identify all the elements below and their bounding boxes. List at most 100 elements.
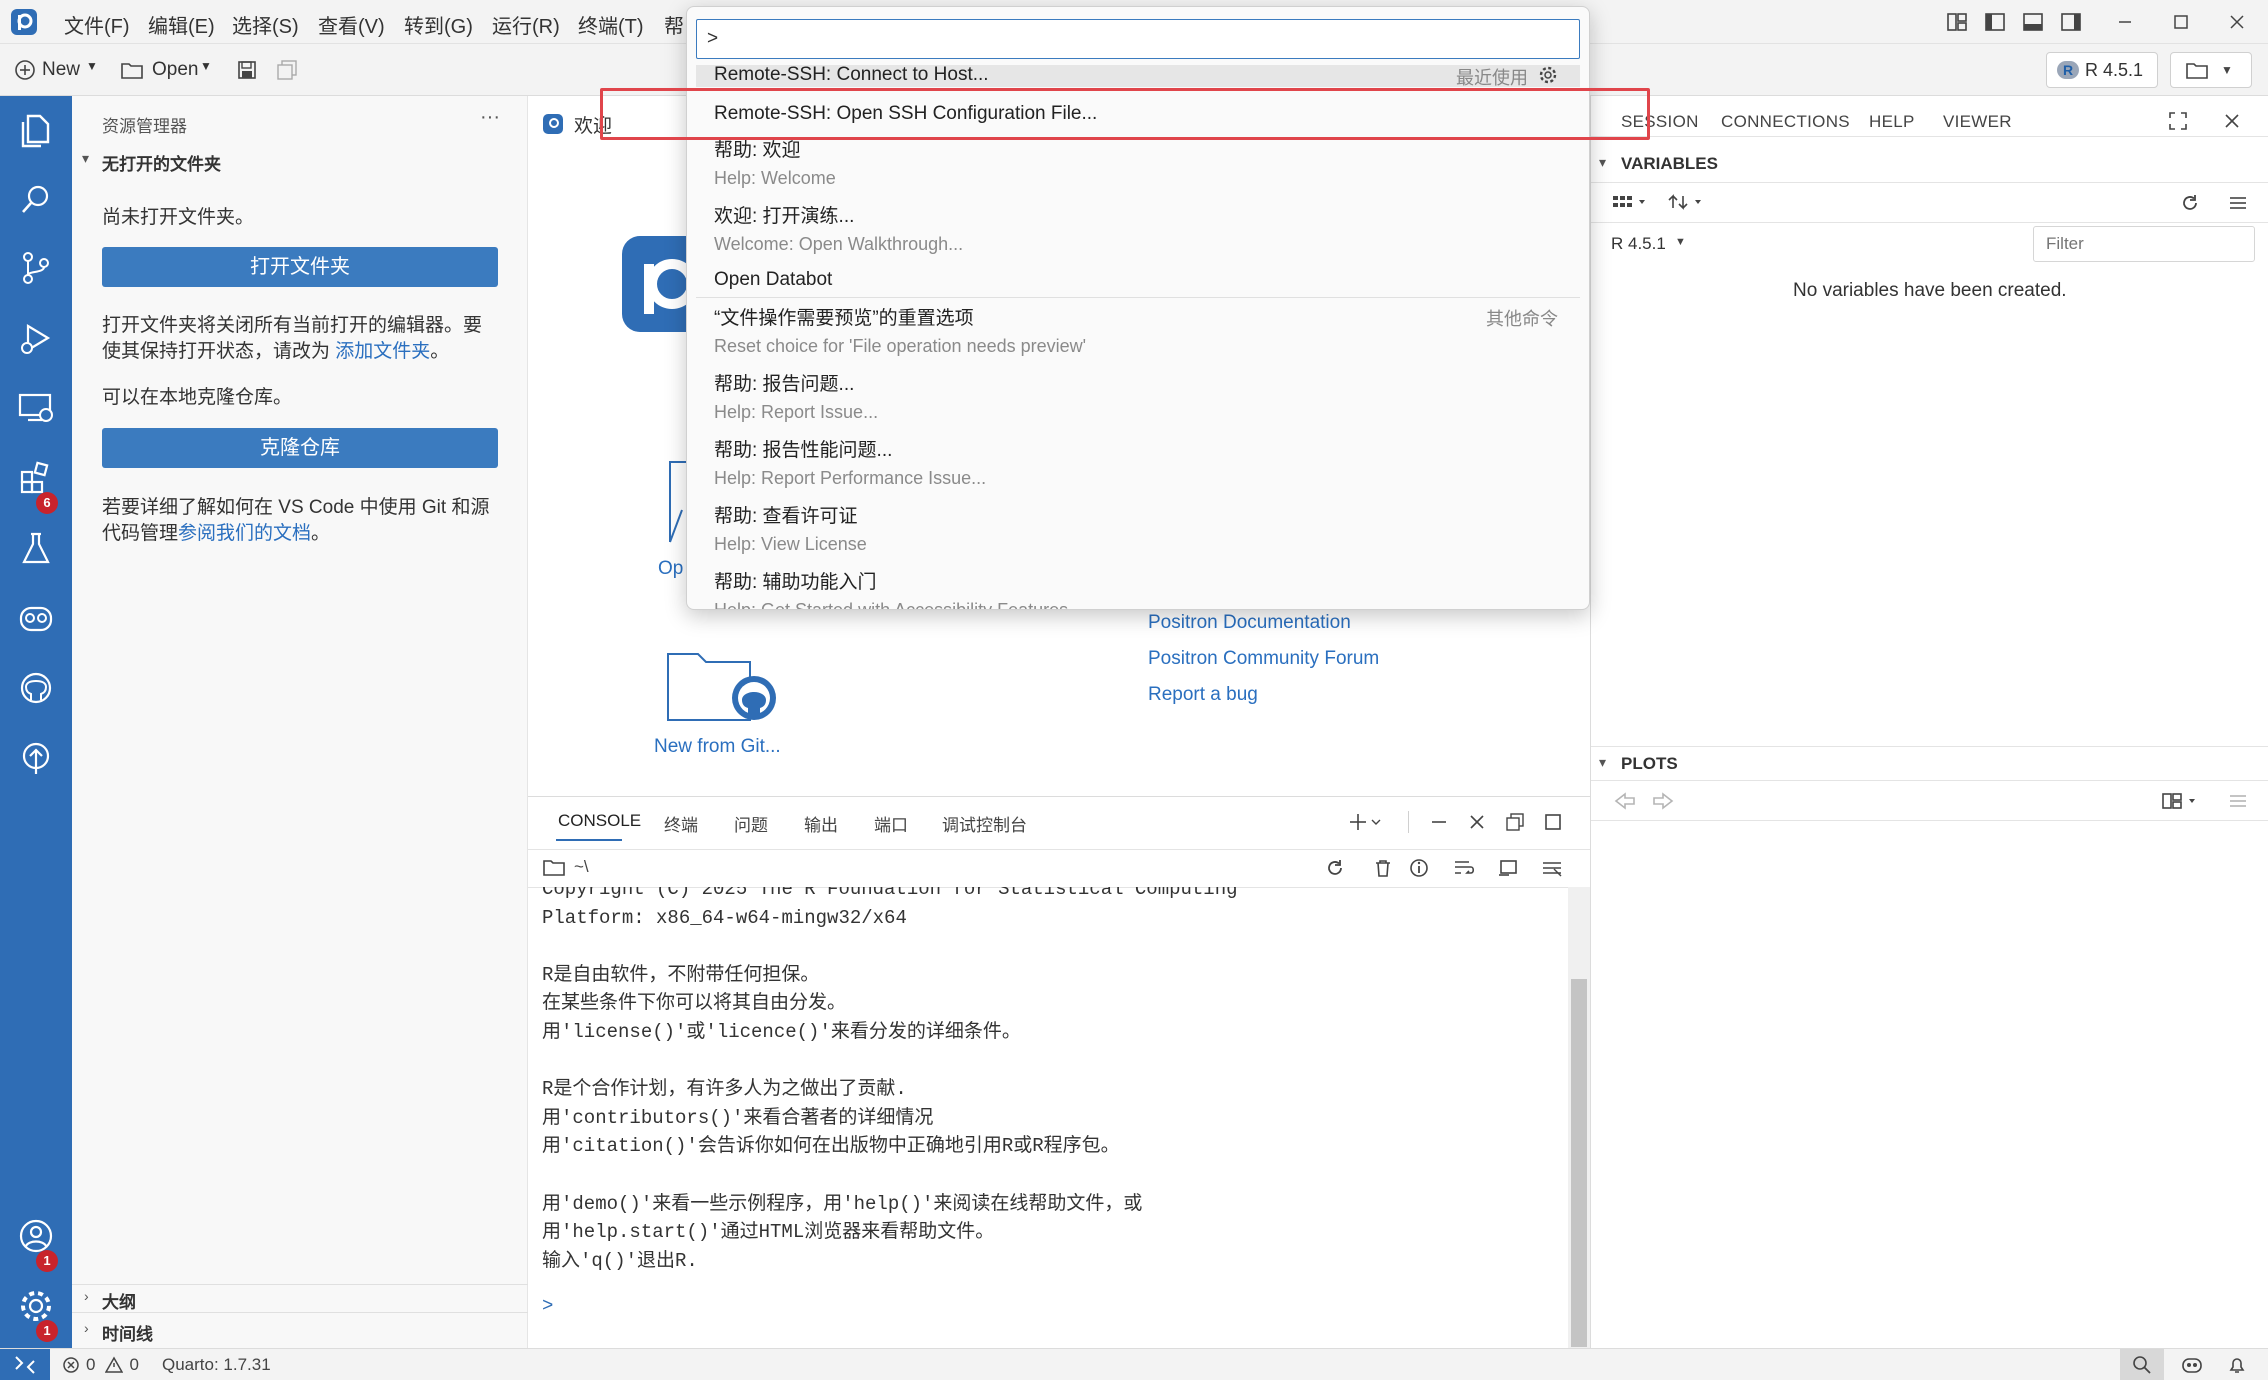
run-debug-icon[interactable] bbox=[14, 316, 58, 360]
maximize-bottom-panel-icon[interactable] bbox=[1542, 811, 1564, 833]
copilot-icon[interactable] bbox=[14, 596, 58, 640]
new-chevron-down-icon[interactable]: ▼ bbox=[86, 59, 98, 73]
word-wrap-icon[interactable] bbox=[1452, 857, 1476, 879]
variables-header[interactable]: VARIABLES bbox=[1621, 154, 1718, 174]
palette-item-remote-ssh-connect[interactable]: Remote-SSH: Connect to Host... 最近使用 bbox=[696, 65, 1580, 87]
section-chevron-down-icon[interactable]: ▾ bbox=[82, 150, 89, 167]
tab-connections[interactable]: CONNECTIONS bbox=[1721, 112, 1850, 132]
remote-explorer-icon[interactable] bbox=[14, 386, 58, 430]
palette-item-view-license[interactable]: 帮助: 查看许可证 Help: View License bbox=[696, 501, 1580, 555]
grouping-icon[interactable] bbox=[1611, 192, 1649, 212]
timeline-chevron-right-icon[interactable]: › bbox=[84, 1320, 89, 1336]
copilot-status-icon[interactable] bbox=[2180, 1354, 2204, 1376]
save-icon[interactable] bbox=[236, 59, 258, 81]
r-session-select[interactable]: R 4.5.1 bbox=[1611, 234, 1666, 254]
community-forum-link[interactable]: Positron Community Forum bbox=[1148, 648, 1379, 670]
restart-session-icon[interactable] bbox=[1324, 857, 1346, 879]
new-from-git-link[interactable]: New from Git... bbox=[654, 736, 781, 758]
tab-ports[interactable]: 端口 bbox=[874, 811, 908, 836]
menu-terminal[interactable]: 终端(T) bbox=[578, 10, 644, 39]
customize-layout-icon[interactable] bbox=[1946, 11, 1968, 33]
upload-publish-icon[interactable] bbox=[14, 736, 58, 780]
gear-icon[interactable] bbox=[1538, 65, 1558, 85]
testing-flask-icon[interactable] bbox=[14, 526, 58, 570]
positron-docs-link[interactable]: Positron Documentation bbox=[1148, 612, 1351, 634]
clear-console-icon[interactable] bbox=[1540, 857, 1564, 879]
quarto-version[interactable]: Quarto: 1.7.31 bbox=[162, 1355, 271, 1375]
command-palette-input[interactable] bbox=[696, 19, 1580, 59]
plots-header[interactable]: PLOTS bbox=[1621, 754, 1678, 774]
plot-layout-icon[interactable] bbox=[2161, 790, 2201, 812]
new-console-plus-icon[interactable] bbox=[1348, 811, 1384, 833]
palette-item-help-welcome[interactable]: 帮助: 欢迎 Help: Welcome bbox=[696, 135, 1580, 189]
open-button[interactable]: Open bbox=[152, 59, 198, 81]
console-scroll-thumb[interactable] bbox=[1571, 979, 1587, 1347]
plots-chevron-down-icon[interactable]: ▾ bbox=[1599, 754, 1606, 771]
menu-file[interactable]: 文件(F) bbox=[64, 10, 130, 39]
tab-console[interactable]: CONSOLE bbox=[558, 811, 641, 831]
clear-variables-icon[interactable] bbox=[2227, 192, 2249, 214]
source-control-icon[interactable] bbox=[14, 246, 58, 290]
r-interpreter-button[interactable]: R R 4.5.1 bbox=[2046, 52, 2158, 88]
timeline-section[interactable]: 时间线 bbox=[102, 1320, 153, 1345]
open-link-partial[interactable]: Op bbox=[658, 558, 683, 580]
zoom-status[interactable] bbox=[2120, 1349, 2164, 1380]
console-output[interactable]: Copyright (C) 2025 The R Foundation for … bbox=[528, 887, 1568, 1347]
clear-plots-icon[interactable] bbox=[2227, 790, 2249, 812]
refresh-variables-icon[interactable] bbox=[2179, 192, 2201, 214]
delete-session-icon[interactable] bbox=[1372, 857, 1394, 879]
working-dir-path[interactable]: ~\ bbox=[574, 857, 589, 877]
maximize-icon[interactable] bbox=[2170, 11, 2192, 33]
palette-item-accessibility[interactable]: 帮助: 辅助功能入门 Help: Get Started with Access… bbox=[696, 567, 1580, 609]
tab-output[interactable]: 输出 bbox=[804, 811, 838, 836]
menu-view[interactable]: 查看(V) bbox=[318, 10, 385, 39]
workspace-folder-button[interactable]: ▼ bbox=[2170, 52, 2252, 88]
tab-help[interactable]: HELP bbox=[1869, 112, 1915, 132]
plot-back-icon[interactable] bbox=[1613, 790, 1637, 812]
add-folder-link[interactable]: 添加文件夹 bbox=[335, 341, 430, 362]
git-folder-icon[interactable] bbox=[666, 640, 780, 730]
minimize-icon[interactable] bbox=[2114, 11, 2136, 33]
menu-goto[interactable]: 转到(G) bbox=[404, 10, 473, 39]
sort-icon[interactable] bbox=[1667, 192, 1707, 212]
outline-section[interactable]: 大纲 bbox=[102, 1288, 136, 1313]
menu-edit[interactable]: 编辑(E) bbox=[148, 10, 215, 39]
restore-panel-icon[interactable] bbox=[1504, 811, 1526, 833]
tab-problems[interactable]: 问题 bbox=[734, 811, 768, 836]
new-button[interactable]: New bbox=[42, 59, 80, 81]
sidebar-more-icon[interactable]: ··· bbox=[480, 106, 500, 129]
palette-item-report-issue[interactable]: 帮助: 报告问题... Help: Report Issue... bbox=[696, 369, 1580, 423]
close-window-icon[interactable] bbox=[2226, 11, 2248, 33]
tab-terminal[interactable]: 终端 bbox=[664, 811, 698, 836]
session-info-icon[interactable] bbox=[1408, 857, 1430, 879]
palette-item-open-walkthrough[interactable]: 欢迎: 打开演练... Welcome: Open Walkthrough... bbox=[696, 201, 1580, 255]
variables-filter-input[interactable] bbox=[2033, 226, 2255, 262]
remote-indicator[interactable] bbox=[0, 1349, 50, 1380]
open-folder-button[interactable]: 打开文件夹 bbox=[102, 247, 498, 287]
explorer-icon[interactable] bbox=[14, 108, 58, 152]
docs-link[interactable]: 参阅我们的文档 bbox=[178, 523, 311, 544]
save-all-icon[interactable] bbox=[276, 59, 298, 81]
outline-chevron-right-icon[interactable]: › bbox=[84, 1288, 89, 1304]
kill-console-icon[interactable] bbox=[1466, 811, 1488, 833]
plot-forward-icon[interactable] bbox=[1651, 790, 1675, 812]
search-icon[interactable] bbox=[14, 178, 58, 222]
toggle-sidebar-icon[interactable] bbox=[1984, 11, 2006, 33]
report-bug-link[interactable]: Report a bug bbox=[1148, 684, 1258, 706]
notifications-bell-icon[interactable] bbox=[2226, 1354, 2248, 1376]
palette-item-reset-file-preview[interactable]: “文件操作需要预览”的重置选项 Reset choice for 'File o… bbox=[696, 303, 1580, 357]
menu-run[interactable]: 运行(R) bbox=[492, 10, 560, 39]
tab-debug-console[interactable]: 调试控制台 bbox=[942, 811, 1027, 836]
toggle-panel-icon[interactable] bbox=[2022, 11, 2044, 33]
tab-viewer[interactable]: VIEWER bbox=[1943, 112, 2012, 132]
trace-icon[interactable] bbox=[1496, 857, 1520, 879]
variables-chevron-down-icon[interactable]: ▾ bbox=[1599, 154, 1606, 171]
clone-repo-button[interactable]: 克隆仓库 bbox=[102, 428, 498, 468]
minimize-panel-icon[interactable] bbox=[1428, 811, 1450, 833]
no-folder-section-header[interactable]: 无打开的文件夹 bbox=[102, 150, 221, 175]
palette-item-open-databot[interactable]: Open Databot bbox=[696, 269, 1580, 291]
maximize-panel-icon[interactable] bbox=[2167, 110, 2189, 132]
console-prompt[interactable]: > bbox=[542, 1295, 553, 1317]
console-scrollbar[interactable] bbox=[1568, 887, 1590, 1349]
close-panel-icon[interactable] bbox=[2221, 110, 2243, 132]
